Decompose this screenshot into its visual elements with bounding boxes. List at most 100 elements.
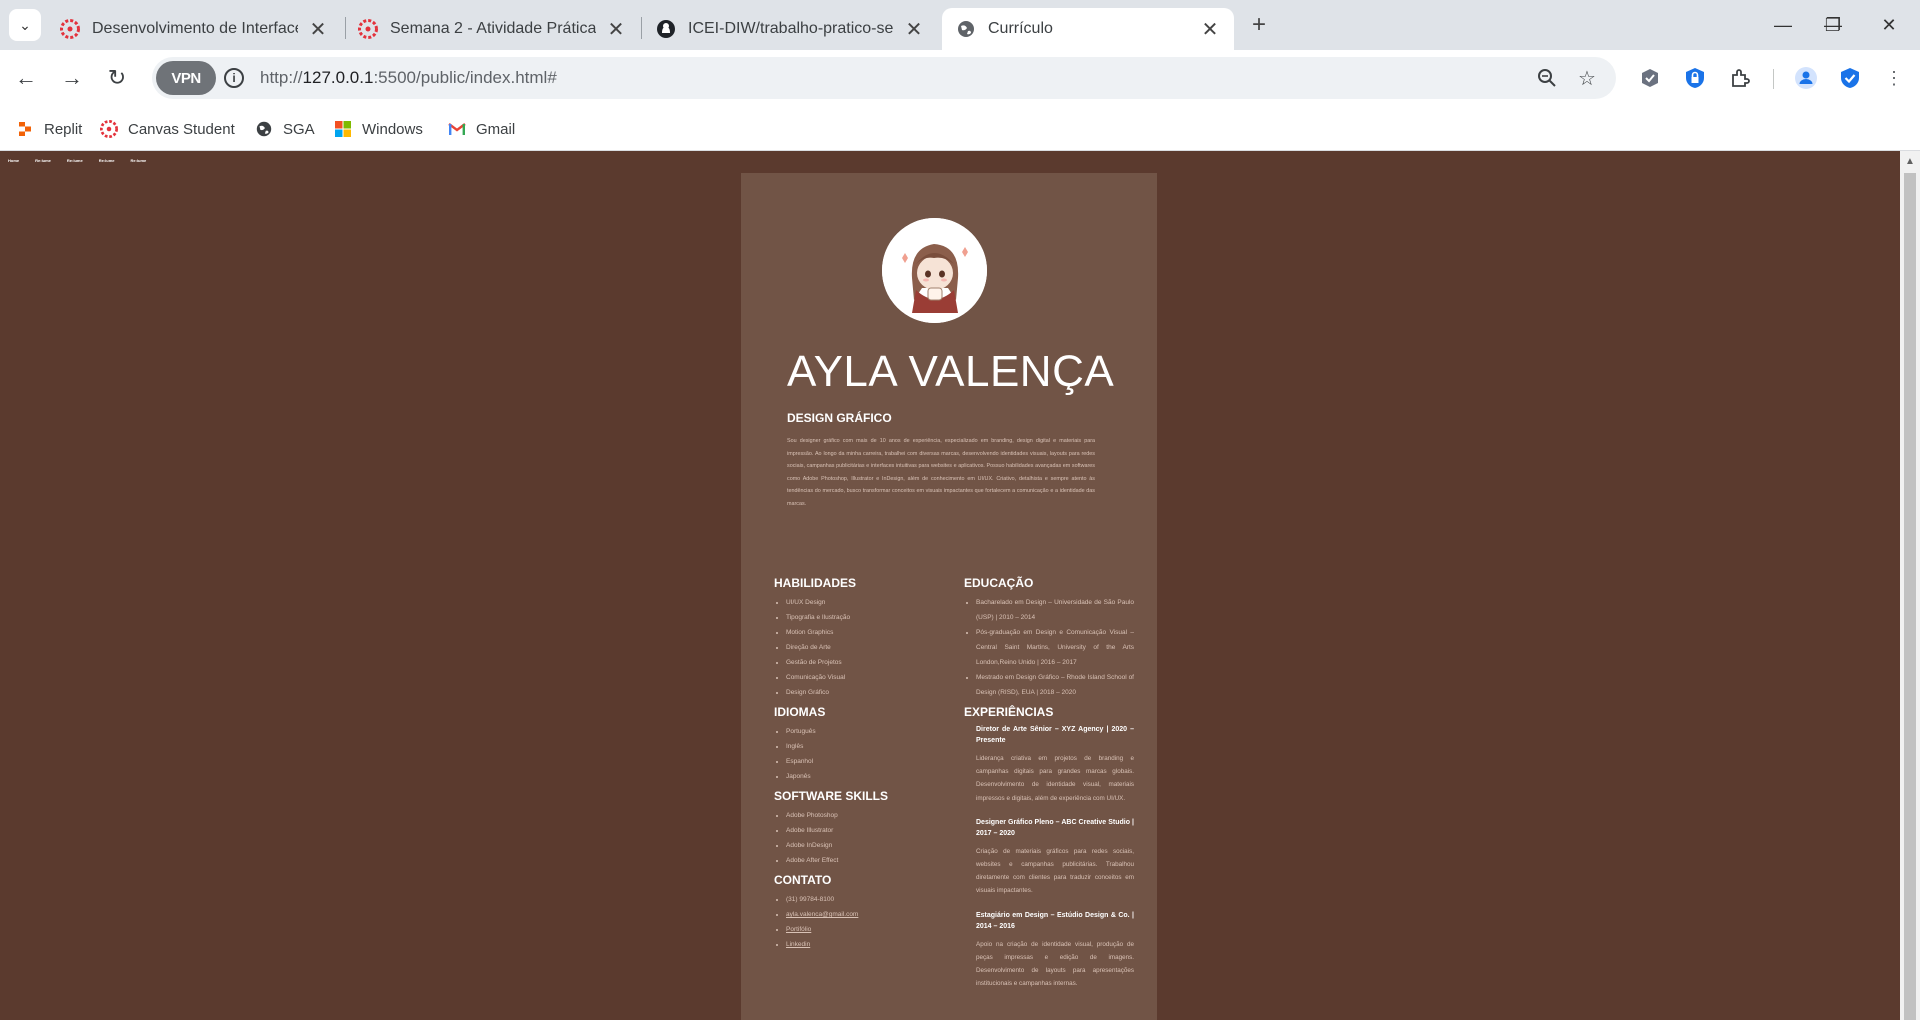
restore-button[interactable]: ❐ [1818,10,1848,40]
bookmark-replit[interactable]: Replit [16,117,82,141]
experience-description: Criação de materiais gráficos para redes… [976,847,1134,895]
vpn-label: VPN [171,69,201,87]
contact-list: (31) 99784-8100 ayla.valenca@gmail.com P… [774,892,954,952]
close-window-button[interactable]: ✕ [1874,10,1904,40]
bookmark-sga[interactable]: SGA [255,117,315,141]
experience-role: Diretor de Arte Sênior – XYZ Agency | 20… [976,726,1134,744]
software-list: Adobe Photoshop Adobe Illustrator Adobe … [774,808,954,868]
security-shield-icon[interactable] [1837,65,1863,91]
list-item: Adobe Photoshop [786,808,954,823]
right-column: EDUCAÇÃO Bacharelado em Design – Univers… [964,575,1134,1002]
portfolio-link[interactable]: Portifólio [786,926,811,933]
arrow-left-icon: ← [15,65,37,90]
software-title: SOFTWARE SKILLS [774,789,888,803]
list-item: Mestrado em Design Gráfico – Rhode Islan… [976,670,1134,700]
list-item: Direção de Arte [786,640,954,655]
list-item: UI/UX Design [786,595,954,610]
list-item: Comunicação Visual [786,670,954,685]
tab-curriculo[interactable]: Currículo ✕ [942,8,1234,50]
list-item: Design Gráfico [786,685,954,700]
list-item: Japonês [786,769,954,784]
bookmark-gmail[interactable]: Gmail [448,117,515,141]
page-scrollbar[interactable]: ▲ [1900,151,1920,1020]
languages-list: Português Inglês Espanhol Japonês [774,724,954,784]
tab-bar: ⌄ Desenvolvimento de Interfaces ✕ Semana… [0,0,1920,50]
scroll-up-arrow-icon[interactable]: ▲ [1905,156,1915,167]
url-path: :5500/public/index.html# [373,68,557,87]
forward-button[interactable]: → [56,62,88,94]
list-item: Adobe InDesign [786,838,954,853]
close-icon[interactable]: ✕ [606,17,626,42]
gmail-icon [448,120,466,138]
plus-icon: + [1251,11,1266,38]
address-bar[interactable]: VPN i http://127.0.0.1:5500/public/index… [152,57,1616,99]
canvas-icon [358,19,378,39]
minimize-icon: — [1774,14,1792,35]
list-item: Espanhol [786,754,954,769]
close-icon[interactable]: ✕ [308,17,328,42]
tab-github[interactable]: ICEI-DIW/trabalho-pratico-sem ✕ [642,8,938,50]
nav-link-home[interactable]: Home [8,158,19,163]
list-item: Tipografia e Ilustração [786,610,954,625]
url-host: 127.0.0.1 [302,68,374,87]
extensions-icon[interactable] [1727,65,1753,91]
list-item: Motion Graphics [786,625,954,640]
reload-icon: ↻ [107,65,127,90]
chevron-down-icon: ⌄ [19,16,31,33]
anime-girl-avatar-image [882,218,987,323]
tab-title: Semana 2 - Atividade Prática [390,20,596,37]
replit-icon [16,120,34,138]
nav-link[interactable]: Re:lume [67,158,83,163]
skills-title: HABILIDADES [774,576,857,590]
bookmark-label: Canvas Student [128,120,235,138]
close-icon[interactable]: ✕ [1200,17,1220,42]
reload-button[interactable]: ↻ [101,62,133,94]
nav-link[interactable]: Re:lume [35,158,51,163]
languages-title: IDIOMAS [774,705,826,719]
vpn-button[interactable]: VPN [156,61,216,95]
list-item: Linkedin [786,937,954,952]
toolbar-divider [1773,69,1774,89]
experience-description: Liderança criativa em projetos de brandi… [976,755,1134,802]
nav-link[interactable]: Re:lume [130,158,146,163]
email-link[interactable]: ayla.valenca@gmail.com [786,911,858,918]
left-column: HABILIDADES UI/UX Design Tipografia e Il… [774,575,954,956]
close-icon: ✕ [1881,14,1897,35]
list-item: Gestão de Projetos [786,655,954,670]
zoom-icon[interactable] [1535,66,1559,90]
back-button[interactable]: ← [10,62,42,94]
tab-search-button[interactable]: ⌄ [9,9,41,41]
resume-card: AYLA VALENÇA DESIGN GRÁFICO Sou designer… [741,173,1157,1020]
contact-phone: (31) 99784-8100 [786,892,954,907]
password-manager-icon[interactable] [1682,65,1708,91]
github-icon [656,19,676,39]
experience-role: Designer Gráfico Pleno – ABC Creative St… [976,818,1134,837]
close-icon[interactable]: ✕ [904,17,924,42]
extension-puzzle-badge-icon[interactable] [1637,65,1663,91]
nav-link[interactable]: Re:lume [99,158,115,163]
tab-desenvolvimento[interactable]: Desenvolvimento de Interfaces ✕ [46,8,342,50]
list-item: Pós-graduação em Design e Comunicação Vi… [976,625,1134,670]
bookmark-star-icon[interactable]: ☆ [1575,66,1599,90]
bookmark-canvas-student[interactable]: Canvas Student [100,117,235,141]
url-prefix: http:// [260,68,303,87]
list-item: Adobe Illustrator [786,823,954,838]
profile-avatar-icon[interactable] [1793,65,1819,91]
bookmark-label: Replit [44,120,83,138]
bookmark-label: SGA [283,120,315,138]
experience-item: Designer Gráfico Pleno – ABC Creative St… [964,817,1134,898]
list-item: ayla.valenca@gmail.com [786,907,954,922]
skills-list: UI/UX Design Tipografia e Ilustração Mot… [774,595,954,700]
tab-semana-2[interactable]: Semana 2 - Atividade Prática ✕ [344,8,640,50]
linkedin-link[interactable]: Linkedin [786,941,810,948]
minimize-button-alt[interactable]: — [1768,10,1798,40]
tab-title: ICEI-DIW/trabalho-pratico-sem [688,20,894,37]
new-tab-button[interactable]: + [1244,10,1274,40]
url-text[interactable]: http://127.0.0.1:5500/public/index.html# [260,68,557,88]
scrollbar-thumb[interactable] [1904,173,1916,1020]
site-info-icon[interactable]: i [224,68,244,88]
more-menu-icon[interactable]: ⋮ [1881,65,1907,91]
bookmark-label: Windows [362,120,423,138]
list-item: Adobe After Effect [786,853,954,868]
bookmark-windows[interactable]: Windows [334,117,423,141]
